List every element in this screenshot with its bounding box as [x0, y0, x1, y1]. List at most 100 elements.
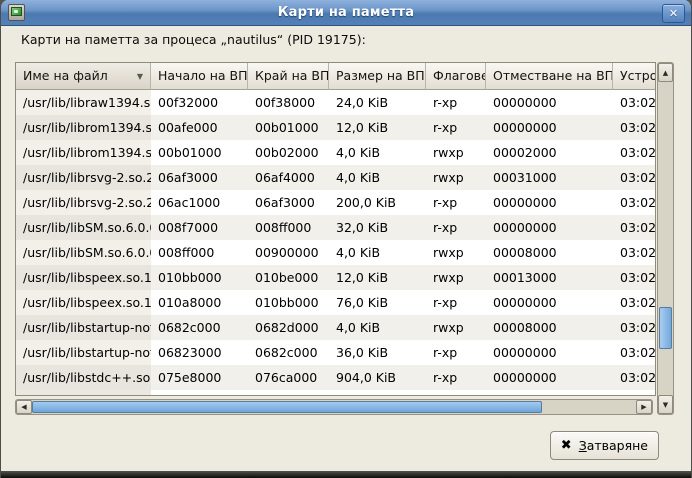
table-cell: rwxp [426, 140, 486, 165]
table-cell: 00031000 [486, 165, 613, 190]
table-cell: /usr/lib/librom1394.s [16, 115, 151, 140]
table-cell: 00000000 [486, 90, 613, 115]
table-cell: 4,0 KiB [329, 165, 426, 190]
table-cell: 00b02000 [248, 140, 329, 165]
window-close-icon[interactable]: ✕ [662, 4, 685, 23]
table-cell: 4,0 KiB [329, 240, 426, 265]
system-monitor-icon [8, 4, 25, 21]
table-row[interactable]: /usr/lib/libspeex.so.1010a8000010bb00076… [16, 290, 655, 315]
table-cell: 76,0 KiB [329, 290, 426, 315]
table-cell: 03:02 [613, 265, 656, 290]
table-cell: /usr/lib/libstartup-not [16, 340, 151, 365]
table-cell: 200,0 KiB [329, 190, 426, 215]
table-cell: 0682c000 [151, 315, 248, 340]
column-header[interactable]: Флагове [426, 63, 486, 90]
vertical-scrollbar-thumb[interactable] [659, 307, 672, 349]
table-cell: 03:02 [613, 240, 656, 265]
table-cell: 36,0 KiB [329, 340, 426, 365]
table-cell: 06ac1000 [151, 190, 248, 215]
table-cell: /usr/lib/librsvg-2.so.2 [16, 190, 151, 215]
table-header-row: Име на файл▼ Начало на ВП Край на ВПРазмер… [16, 63, 655, 90]
table-cell: 00900000 [248, 240, 329, 265]
table-row[interactable]: /usr/lib/libstdc++.so.075e8000076ca00090… [16, 365, 655, 390]
column-header[interactable]: Отместване на ВП [486, 63, 613, 90]
table-cell: /usr/lib/librom1394.s [16, 140, 151, 165]
table-cell: 010bb000 [151, 265, 248, 290]
table-cell: 010be000 [248, 265, 329, 290]
table-cell: 06af3000 [248, 190, 329, 215]
table-cell: 00afe000 [151, 115, 248, 140]
table-cell: /usr/lib/libstartup-not [16, 315, 151, 340]
window-title: Карти на паметта [1, 5, 691, 20]
table-cell: 4,0 KiB [329, 315, 426, 340]
table-row[interactable]: /usr/lib/libspeex.so.1010bb000010be00012… [16, 265, 655, 290]
column-header[interactable]: Начало на ВП [151, 63, 248, 90]
column-header-label: Флагове [433, 68, 486, 83]
column-header-label: Устройство [620, 68, 656, 83]
table-cell: 00000000 [486, 340, 613, 365]
table-cell: 03:02 [613, 215, 656, 240]
table-cell: 00000000 [486, 215, 613, 240]
column-header[interactable]: Име на файл▼ [16, 63, 151, 90]
table-cell: 03:02 [613, 90, 656, 115]
close-button-label: Затваряне [579, 438, 648, 453]
table-body: /usr/lib/libraw1394.so00f3200000f3800024… [16, 90, 655, 390]
table-row[interactable]: /usr/lib/libSM.so.6.0.0008ff000009000004… [16, 240, 655, 265]
table-cell: rwxp [426, 240, 486, 265]
table-cell: 00000000 [486, 115, 613, 140]
table-cell: 00000000 [486, 290, 613, 315]
table-cell: 00008000 [486, 240, 613, 265]
memory-maps-dialog: Карти на паметта ✕ Карти на паметта за п… [0, 0, 692, 478]
table-cell: 00013000 [486, 265, 613, 290]
table-cell: /usr/lib/libspeex.so.1 [16, 265, 151, 290]
table-cell: r-xp [426, 340, 486, 365]
scroll-up-icon[interactable]: ▲ [658, 63, 673, 82]
horizontal-scrollbar-thumb[interactable] [32, 401, 542, 413]
table-cell: r-xp [426, 215, 486, 240]
horizontal-scrollbar[interactable]: ◀ ▶ [15, 399, 653, 415]
table-cell: rwxp [426, 165, 486, 190]
close-dialog-button[interactable]: ✖ Затваряне [550, 431, 659, 460]
table-cell: 24,0 KiB [329, 90, 426, 115]
scroll-down-icon[interactable]: ▼ [658, 395, 673, 414]
column-header-label: Край на ВП [255, 68, 329, 83]
vertical-scrollbar[interactable]: ▲ ▼ [657, 62, 674, 415]
table-cell: 03:02 [613, 190, 656, 215]
table-row[interactable]: /usr/lib/libraw1394.so00f3200000f3800024… [16, 90, 655, 115]
scroll-right-icon[interactable]: ▶ [636, 400, 652, 414]
table-cell: r-xp [426, 90, 486, 115]
table-cell: 03:02 [613, 365, 656, 390]
column-header[interactable]: Край на ВП [248, 63, 329, 90]
window-bottom-edge [1, 471, 691, 478]
table-cell: 0682d000 [248, 315, 329, 340]
table-row[interactable]: /usr/lib/libstartup-not0682c0000682d0004… [16, 315, 655, 340]
table-row[interactable]: /usr/lib/librsvg-2.so.206ac100006af30002… [16, 190, 655, 215]
column-header[interactable]: Размер на ВП [329, 63, 426, 90]
table-cell: 00008000 [486, 315, 613, 340]
table-cell: 00f38000 [248, 90, 329, 115]
table-cell: 03:02 [613, 315, 656, 340]
table-row[interactable]: /usr/lib/libstartup-not068230000682c0003… [16, 340, 655, 365]
table-cell: 008ff000 [151, 240, 248, 265]
table-cell: rwxp [426, 265, 486, 290]
table-cell: 076ca000 [248, 365, 329, 390]
table-cell: rwxp [426, 315, 486, 340]
table-row[interactable]: /usr/lib/librom1394.s00b0100000b020004,0… [16, 140, 655, 165]
table-cell: 03:02 [613, 340, 656, 365]
table-cell: 0682c000 [248, 340, 329, 365]
table-cell: 904,0 KiB [329, 365, 426, 390]
monitor-screen [11, 7, 22, 16]
table-row[interactable]: /usr/lib/libSM.so.6.0.0008f7000008ff0003… [16, 215, 655, 240]
scroll-left-icon[interactable]: ◀ [16, 400, 32, 414]
table-row[interactable]: /usr/lib/librom1394.s00afe00000b0100012,… [16, 115, 655, 140]
column-header[interactable]: Устройство [613, 63, 656, 90]
table-cell: /usr/lib/libstdc++.so. [16, 365, 151, 390]
table-cell: 008f7000 [151, 215, 248, 240]
column-header-label: Отместване на ВП [493, 68, 613, 83]
table-cell: 00b01000 [151, 140, 248, 165]
column-header-label: Начало на ВП [158, 68, 248, 83]
table-cell: /usr/lib/libspeex.so.1 [16, 290, 151, 315]
table-cell: 06823000 [151, 340, 248, 365]
table-cell: 06af3000 [151, 165, 248, 190]
table-row[interactable]: /usr/lib/librsvg-2.so.206af300006af40004… [16, 165, 655, 190]
